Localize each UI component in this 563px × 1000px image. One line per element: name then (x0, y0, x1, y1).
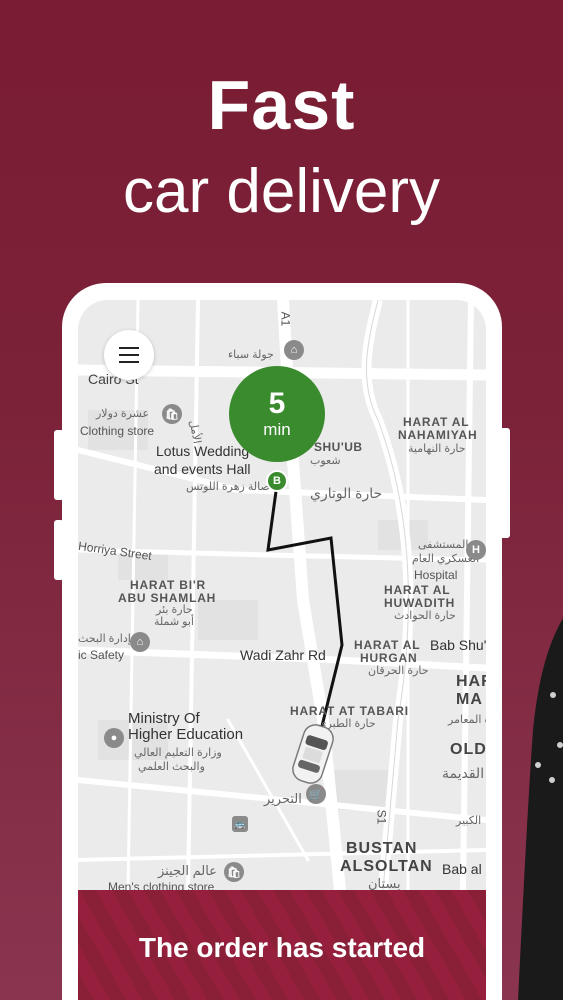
headline-line-2: car delivery (123, 157, 440, 226)
hamburger-icon-bar (119, 347, 139, 349)
map-label: حارة النهامية (408, 443, 466, 455)
area-label: HARAT AL (403, 415, 470, 429)
map-label: الكبير (456, 815, 482, 827)
area-label: HARAT AL (354, 638, 421, 652)
map-label: عالم الجينز (158, 863, 217, 878)
poi-label: Ministry Of (128, 710, 200, 727)
map-label: بستان (368, 876, 401, 891)
area-label: HARAT BI'R (130, 578, 206, 592)
area-label: HAR (456, 673, 486, 690)
map-label: والبحث العلمي (138, 761, 205, 773)
area-label: SHU'UB (314, 440, 363, 454)
area-label: HARAT AL (384, 583, 451, 597)
poi-label: ic Safety (78, 648, 125, 662)
map-label: حارة الحرقان (368, 665, 429, 677)
map-label: وزارة التعليم العالي (134, 747, 222, 759)
map-label: حارة الحوادث (394, 610, 456, 622)
hamburger-icon-bar (119, 361, 139, 363)
map-label: أبو شملة (154, 616, 194, 628)
map-label: جولة سباء (228, 349, 274, 361)
area-label: HUWADITH (384, 596, 456, 610)
eta-unit: min (263, 420, 291, 439)
map-label: المستشفى (418, 539, 469, 551)
shopping-bag-icon[interactable]: 🛍 (162, 404, 182, 424)
map-label: عشرة دولار (96, 408, 150, 420)
road-label: A1 (278, 311, 293, 327)
order-status-text: The order has started (138, 932, 426, 963)
poi-label: Lotus Wedding (156, 443, 250, 459)
order-status-banner: The order has started (78, 890, 486, 1000)
location-pin-icon[interactable]: ● (104, 728, 124, 748)
area-label: HURGAN (360, 651, 418, 665)
poi-label: Higher Education (128, 726, 244, 743)
government-building-icon[interactable]: ⌂ (130, 632, 150, 652)
headline-line-1: Fast (207, 66, 356, 144)
street-label: Bab Shu'a (430, 637, 486, 653)
eta-value: 5 (268, 387, 286, 420)
map-label: صالة زهرة اللوتس (186, 481, 270, 493)
poi-label: Clothing store (80, 424, 155, 438)
road-label: S1 (374, 809, 389, 825)
map-label: القديمة (442, 765, 485, 781)
area-label: ALSOLTAN (340, 858, 433, 875)
area-label: HARAT AT TABARI (290, 704, 409, 718)
map-label: شعوب (310, 455, 341, 467)
hospital-icon[interactable]: H (466, 540, 486, 560)
eta-badge: 5 min (229, 366, 325, 462)
map-label: حارة الوتاري (310, 485, 383, 501)
landmark-icon[interactable]: ⌂ (284, 340, 304, 360)
menu-button[interactable] (104, 330, 154, 380)
bus-stop-icon[interactable]: 🚌 (232, 816, 248, 832)
destination-marker[interactable]: B (266, 470, 288, 492)
area-label: MA (456, 691, 483, 708)
headline: Fast car delivery (0, 60, 563, 234)
poi-label: Hospital (414, 568, 458, 582)
map-label: حارة المعامر (448, 714, 486, 726)
poi-label: and events Hall (154, 461, 251, 477)
area-label: BUSTAN (346, 840, 418, 857)
courier-person-image (518, 618, 563, 1000)
shopping-bag-icon[interactable]: 🛍 (224, 862, 244, 882)
hamburger-icon-bar (119, 354, 139, 356)
map-label: إدارة البحث (78, 633, 131, 645)
street-label: Bab al (442, 861, 482, 877)
phone-screen: A1 جولة سباء ⌂ Cairo St عشرة دولار 🛍 Clo… (78, 300, 486, 1000)
map-label: التحرير (264, 791, 302, 806)
area-label: OLD (450, 741, 486, 758)
street-label: Wadi Zahr Rd (240, 647, 326, 663)
area-label: NAHAMIYAH (398, 428, 478, 442)
